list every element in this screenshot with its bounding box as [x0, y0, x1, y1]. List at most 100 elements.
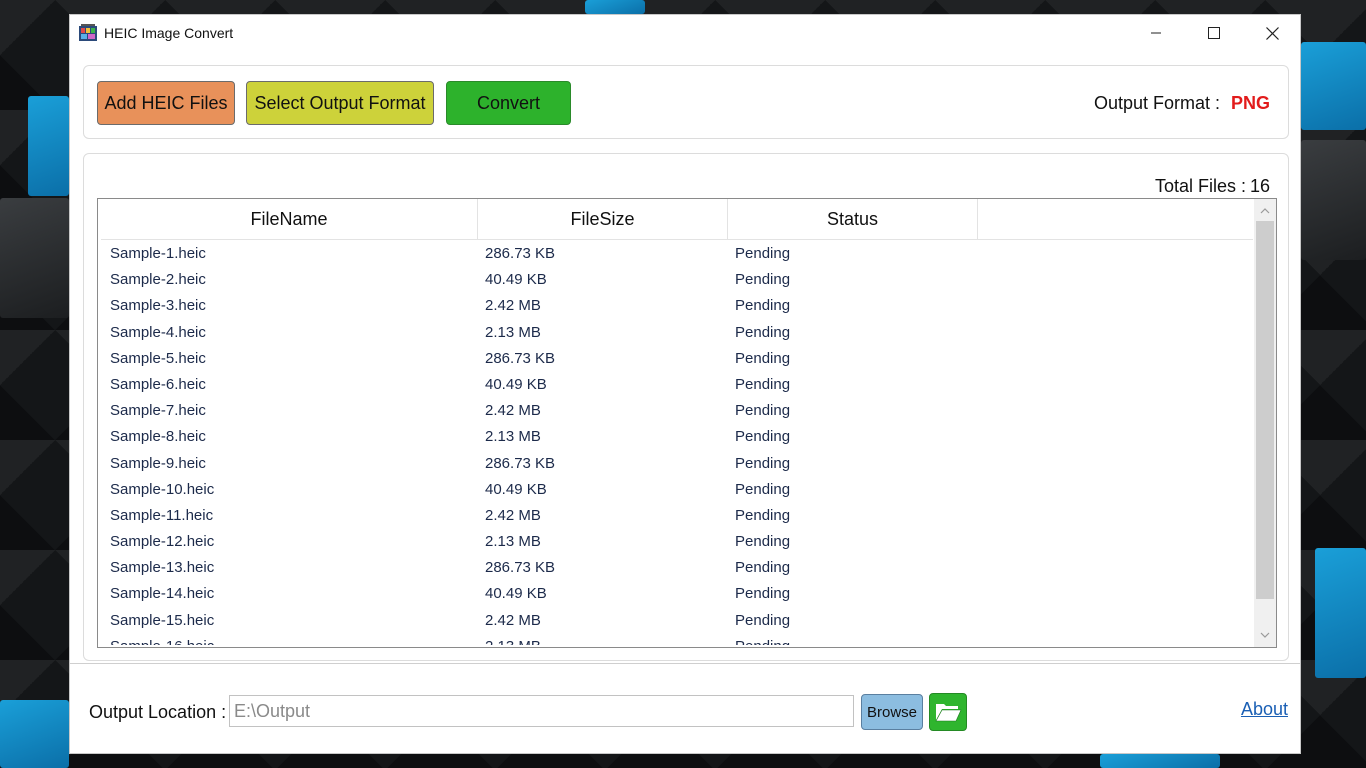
cell-filename: Sample-10.heic — [110, 480, 215, 498]
cell-filename: Sample-6.heic — [110, 375, 206, 393]
column-header-empty — [978, 199, 1253, 240]
cell-filesize: 2.42 MB — [485, 402, 541, 420]
cell-filesize: 2.42 MB — [485, 297, 541, 315]
cell-filename: Sample-12.heic — [110, 533, 215, 551]
output-format-label: Output Format : — [1093, 93, 1220, 113]
vertical-scrollbar[interactable] — [1254, 199, 1276, 647]
cell-filesize: 2.42 MB — [485, 506, 541, 524]
scroll-up-button[interactable] — [1254, 201, 1276, 221]
table-row[interactable]: Sample-15.heic 2.42 MB Pending — [101, 607, 1253, 633]
cell-filename: Sample-4.heic — [110, 323, 206, 341]
scrollbar-thumb[interactable] — [1256, 221, 1274, 599]
about-link[interactable]: About — [1241, 699, 1288, 720]
cell-status: Pending — [735, 506, 791, 524]
wallpaper-tile — [0, 700, 69, 768]
table-row[interactable]: Sample-10.heic 40.49 KB Pending — [101, 476, 1253, 502]
wallpaper-tile — [28, 96, 69, 196]
close-icon — [1265, 26, 1279, 40]
table-row[interactable]: Sample-8.heic 2.13 MB Pending — [101, 423, 1253, 449]
table-row[interactable]: Sample-1.heic 286.73 KB Pending — [101, 240, 1253, 266]
title-bar[interactable]: HEIC Image Convert — [70, 15, 1300, 51]
app-icon — [79, 24, 97, 41]
table-row[interactable]: Sample-6.heic 40.49 KB Pending — [101, 371, 1253, 397]
table-body: Sample-1.heic 286.73 KB Pending Sample-2.he… — [101, 240, 1253, 645]
cell-status: Pending — [735, 245, 791, 262]
cell-filename: Sample-2.heic — [110, 271, 206, 289]
cell-status: Pending — [735, 349, 791, 367]
open-folder-icon — [935, 704, 962, 722]
table-row[interactable]: Sample-11.heic 2.42 MB Pending — [101, 502, 1253, 528]
table-header: FileName FileSize Status — [101, 199, 1253, 240]
output-location-field[interactable] — [229, 695, 854, 727]
cell-status: Pending — [735, 297, 791, 315]
cell-filename: Sample-3.heic — [110, 297, 206, 315]
cell-filesize: 286.73 KB — [485, 454, 556, 472]
cell-filename: Sample-14.heic — [110, 585, 215, 603]
add-heic-files-button[interactable]: Add HEIC Files — [97, 81, 235, 125]
cell-status: Pending — [735, 271, 791, 289]
cell-filename: Sample-1.heic — [110, 245, 206, 262]
cell-status: Pending — [735, 559, 791, 577]
output-format-value: PNG — [1230, 93, 1270, 113]
cell-status: Pending — [735, 375, 791, 393]
table-row[interactable]: Sample-9.heic 286.73 KB Pending — [101, 450, 1253, 476]
table-row[interactable]: Sample-12.heic 2.13 MB Pending — [101, 528, 1253, 554]
table-row[interactable]: Sample-4.heic 2.13 MB Pending — [101, 319, 1253, 345]
maximize-button[interactable] — [1185, 15, 1243, 51]
footer-divider — [70, 663, 1300, 664]
convert-button[interactable]: Convert — [446, 81, 571, 125]
cell-filename: Sample-8.heic — [110, 428, 206, 446]
chevron-up-icon — [1260, 208, 1270, 214]
wallpaper-tile — [1100, 754, 1220, 768]
cell-status: Pending — [735, 323, 791, 341]
cell-status: Pending — [735, 454, 791, 472]
cell-status: Pending — [735, 611, 791, 629]
table-row[interactable]: Sample-2.heic 40.49 KB Pending — [101, 266, 1253, 292]
cell-filesize: 286.73 KB — [485, 559, 556, 577]
table-row[interactable]: Sample-13.heic 286.73 KB Pending — [101, 554, 1253, 580]
app-window: HEIC Image Convert Add HEIC Files Select… — [69, 14, 1301, 754]
cell-filesize: 40.49 KB — [485, 480, 547, 498]
wallpaper-tile — [0, 198, 69, 318]
close-button[interactable] — [1243, 15, 1301, 51]
table-row[interactable]: Sample-16.heic 2.13 MB Pending — [101, 633, 1253, 645]
table-row[interactable]: Sample-5.heic 286.73 KB Pending — [101, 345, 1253, 371]
scroll-down-button[interactable] — [1254, 625, 1276, 645]
cell-status: Pending — [735, 638, 790, 645]
wallpaper-tile — [1301, 42, 1366, 130]
cell-filename: Sample-5.heic — [110, 349, 206, 367]
total-files-label: Total Files : — [1154, 176, 1246, 196]
column-header-status[interactable]: Status — [728, 199, 978, 240]
table-row[interactable]: Sample-3.heic 2.42 MB Pending — [101, 292, 1253, 318]
minimize-button[interactable] — [1127, 15, 1185, 51]
browse-button[interactable]: Browse — [861, 694, 923, 730]
chevron-down-icon — [1260, 632, 1270, 638]
cell-filesize: 40.49 KB — [485, 271, 547, 289]
column-header-filename[interactable]: FileName — [101, 199, 478, 240]
cell-status: Pending — [735, 533, 791, 551]
cell-filesize: 286.73 KB — [485, 245, 556, 262]
maximize-icon — [1208, 27, 1220, 39]
open-folder-button[interactable] — [929, 693, 967, 731]
table-row[interactable]: Sample-7.heic 2.42 MB Pending — [101, 397, 1253, 423]
cell-filename: Sample-15.heic — [110, 611, 215, 629]
wallpaper-tile — [1315, 548, 1366, 678]
wallpaper-tile — [1301, 140, 1366, 260]
cell-filename: Sample-7.heic — [110, 402, 206, 420]
cell-filename: Sample-11.heic — [110, 506, 214, 524]
window-title: HEIC Image Convert — [104, 25, 234, 41]
column-header-filesize[interactable]: FileSize — [478, 199, 728, 240]
cell-filesize: 2.13 MB — [485, 428, 541, 446]
cell-filename: Sample-9.heic — [110, 454, 206, 472]
cell-status: Pending — [735, 402, 791, 420]
cell-filesize: 2.42 MB — [485, 611, 541, 629]
cell-status: Pending — [735, 585, 791, 603]
select-output-format-button[interactable]: Select Output Format — [246, 81, 434, 125]
table-row[interactable]: Sample-14.heic 40.49 KB Pending — [101, 580, 1253, 606]
cell-filesize: 2.13 MB — [485, 323, 541, 341]
wallpaper-tile — [585, 0, 645, 14]
file-table[interactable]: FileName FileSize Status Sample-1.heic 28… — [97, 198, 1277, 648]
total-files: Total Files :16 — [1151, 176, 1270, 197]
minimize-icon — [1151, 32, 1161, 34]
cell-filesize: 40.49 KB — [485, 375, 547, 393]
